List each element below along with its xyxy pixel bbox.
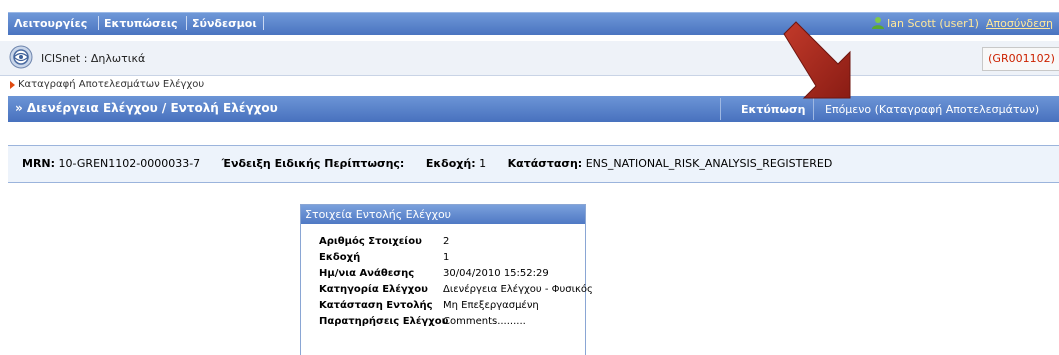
detail-value: Διενέργεια Ελέγχου - Φυσικός (443, 284, 593, 295)
control-order-details-panel: Στοιχεία Εντολής Ελέγχου Αριθμός Στοιχεί… (300, 204, 593, 355)
globe-logo-icon (9, 45, 33, 69)
detail-label: Αριθμός Στοιχείου (319, 236, 422, 247)
special-case-label: Ένδειξη Ειδικής Περίπτωσης: (221, 157, 405, 170)
detail-value: 2 (443, 236, 450, 247)
status-line: MRN: 10-GREN1102-0000033-7 Ένδειξη Ειδικ… (22, 157, 832, 170)
detail-label: Κατηγορία Ελέγχου (319, 284, 428, 295)
detail-row: Παρατηρήσεις ΕλέγχουComments......... (319, 316, 526, 327)
current-user: Ian Scott (user1) (887, 17, 979, 30)
detail-value: Μη Επεξεργασμένη (443, 300, 539, 311)
detail-row: Εκδοχή 1 (319, 252, 449, 263)
breadcrumb: Καταγραφή Αποτελεσμάτων Ελέγχου (0, 76, 1059, 94)
detail-label: Εκδοχή (319, 252, 361, 263)
menu-separator (98, 16, 99, 30)
state-value: ENS_NATIONAL_RISK_ANALYSIS_REGISTERED (585, 157, 833, 170)
menu-separator (263, 16, 264, 30)
menu-item-prints[interactable]: Εκτυπώσεις (104, 17, 178, 30)
detail-row: Κατάσταση Εντολής Μη Επεξεργασμένη (319, 300, 539, 311)
status-bar: MRN: 10-GREN1102-0000033-7 Ένδειξη Ειδικ… (8, 145, 1059, 183)
menu-separator (186, 16, 187, 30)
app-header: ICISnet : Δηλωτικά (GR001102) (0, 41, 1059, 76)
detail-label: Κατάσταση Εντολής (319, 300, 433, 311)
state-label: Κατάσταση: (507, 157, 583, 170)
page-title-bar: » Διενέργεια Ελέγχου / Εντολή Ελέγχου Εκ… (8, 96, 1059, 122)
user-icon (872, 17, 884, 29)
breadcrumb-item[interactable]: Καταγραφή Αποτελεσμάτων Ελέγχου (18, 79, 204, 90)
detail-label: Παρατηρήσεις Ελέγχου (319, 316, 449, 327)
version-label: Εκδοχή: (425, 157, 476, 170)
detail-row: Αριθμός Στοιχείου 2 (319, 236, 449, 247)
version-value: 1 (479, 157, 487, 170)
toolbar-separator (720, 98, 721, 120)
detail-value: Comments......... (443, 316, 526, 327)
arrow-right-icon (10, 81, 15, 89)
menu-item-links[interactable]: Σύνδεσμοι (192, 17, 257, 30)
office-reference: (GR001102) (982, 47, 1059, 71)
detail-value: 1 (443, 252, 450, 263)
mrn-value: 10-GREN1102-0000033-7 (58, 157, 201, 170)
panel-title: Στοιχεία Εντολής Ελέγχου (301, 205, 585, 224)
detail-row: Ημ/νια Ανάθεσης 30/04/2010 15:52:29 (319, 268, 549, 279)
detail-value: 30/04/2010 15:52:29 (443, 268, 549, 279)
page-title: » Διενέργεια Ελέγχου / Εντολή Ελέγχου (15, 101, 278, 115)
top-menu-bar: Λειτουργίες Εκτυπώσεις Σύνδεσμοι Ian Sco… (0, 0, 1059, 40)
app-title: ICISnet : Δηλωτικά (41, 52, 146, 65)
detail-label: Ημ/νια Ανάθεσης (319, 268, 415, 279)
mrn-label: MRN: (22, 157, 56, 170)
detail-row: Κατηγορία Ελέγχου Διενέργεια Ελέγχου - Φυ… (319, 284, 593, 295)
red-arrow-icon (783, 21, 851, 99)
logout-link[interactable]: Αποσύνδεση (986, 17, 1053, 30)
menu-item-functions[interactable]: Λειτουργίες (14, 17, 87, 30)
